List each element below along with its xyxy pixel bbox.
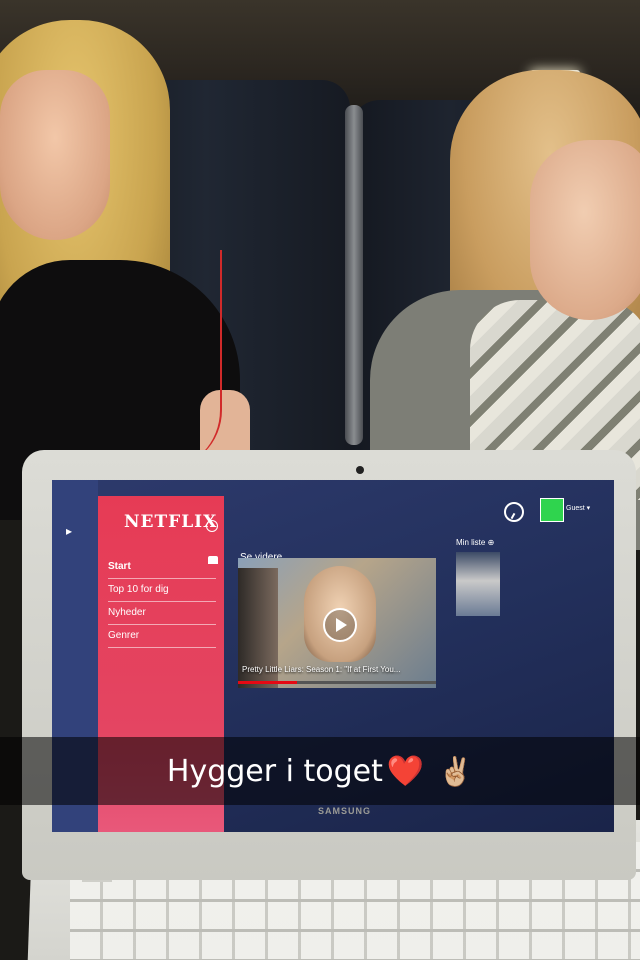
menu-icon[interactable] [206,520,218,532]
my-list-tile[interactable] [456,552,500,616]
earphone-wire [110,250,222,470]
now-playing-title: Pretty Little Liars: Season 1: "If at Fi… [242,665,401,674]
photo-scene: ▸ NETFLIX Start Top 10 for dig Nyheder G… [0,0,640,960]
progress-fill [238,681,298,684]
menu-item-top10[interactable]: Top 10 for dig [108,579,216,602]
right-person-face [530,140,640,320]
snap-caption-bar: Hygger i toget ❤️ ✌🏼 [0,737,640,805]
peace-hand-icon: ✌🏼 [438,755,474,787]
search-icon[interactable] [504,502,524,522]
heart-icon: ❤️ [386,754,425,788]
play-button[interactable] [323,608,357,642]
netflix-menu: Start Top 10 for dig Nyheder Genrer [108,556,216,648]
menu-item-start[interactable]: Start [108,556,216,579]
laptop-brand: SAMSUNG [318,806,372,816]
user-name[interactable]: Guest ▾ [566,504,590,512]
menu-item-nyheder[interactable]: Nyheder [108,602,216,625]
progress-track [238,681,436,684]
cursor-icon: ▸ [66,524,73,538]
avatar[interactable] [540,498,564,522]
menu-item-genrer[interactable]: Genrer [108,625,216,648]
my-list-title: Min liste ⊕ [456,538,495,547]
caption-text: Hygger i toget [166,753,383,789]
left-person-face [0,70,110,240]
continue-watching-tile[interactable]: Pretty Little Liars: Season 1: "If at Fi… [238,558,436,688]
netflix-logo: NETFLIX [124,512,218,532]
seat-frame [345,105,363,445]
webcam-icon [356,466,364,474]
